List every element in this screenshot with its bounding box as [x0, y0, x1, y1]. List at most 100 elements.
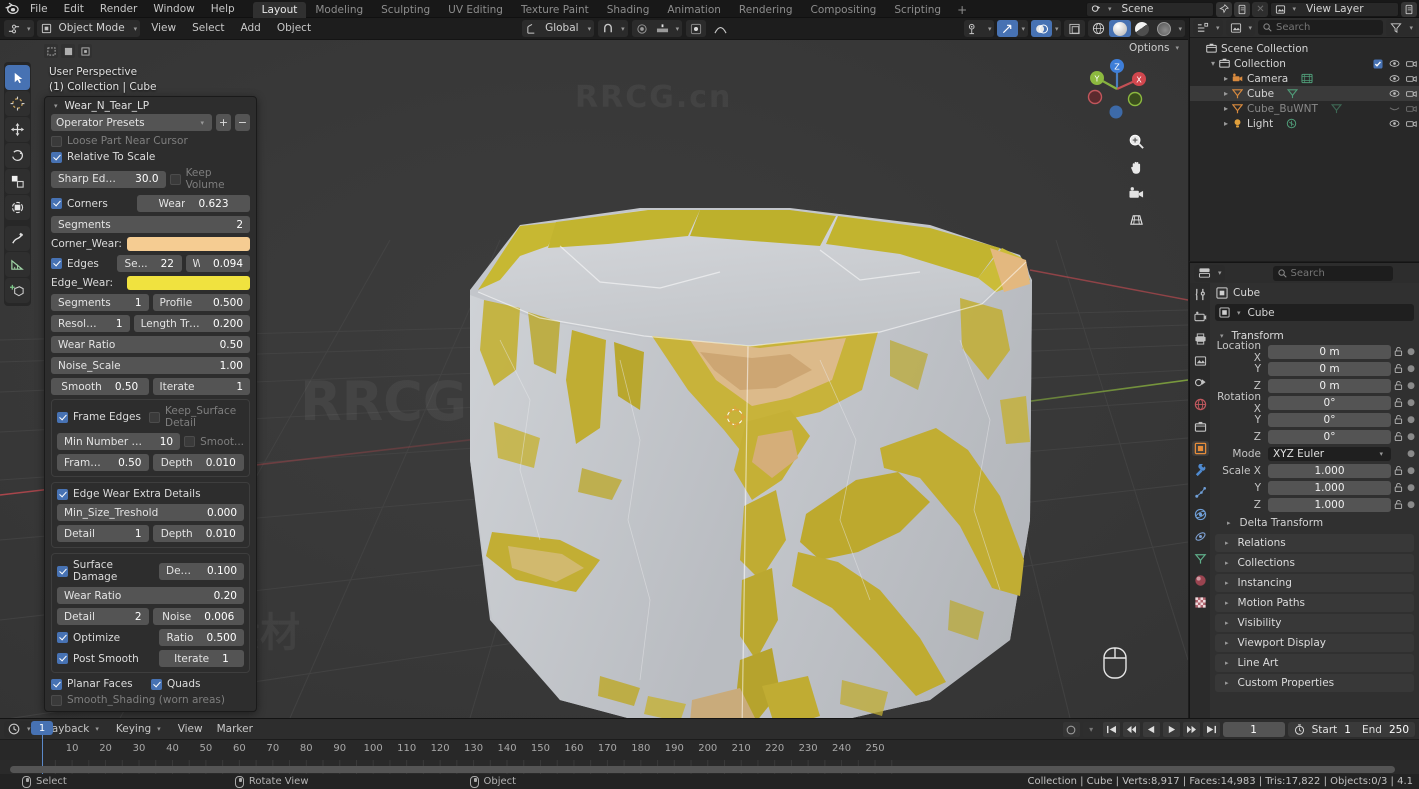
outliner-row-cube-buwnt[interactable]: ▸ Cube_BuWNT	[1190, 101, 1419, 116]
viewport-menu-view[interactable]: View	[143, 20, 184, 37]
interaction-mode-selector[interactable]: Object Mode ▾	[36, 20, 141, 37]
min-size-treshold-field[interactable]: Min_Size_Treshold 0.000	[57, 504, 244, 521]
hide-in-viewport-icon[interactable]	[1389, 89, 1400, 98]
viewport-menu-add[interactable]: Add	[233, 20, 269, 37]
outliner-editor-type[interactable]: ▾	[1193, 19, 1223, 36]
animate-property-dot[interactable]: ●	[1406, 449, 1416, 459]
visibility-selector[interactable]: ▾	[963, 20, 995, 37]
resolution-field[interactable]: Resolution 1	[51, 315, 130, 332]
corners-checkbox[interactable]: Corners	[51, 198, 133, 210]
workspace-tab-shading[interactable]: Shading	[598, 2, 659, 18]
pan-hand-icon[interactable]	[1127, 158, 1146, 177]
outliner-row-cube[interactable]: ▸ Cube	[1190, 86, 1419, 101]
hidden-in-viewport-icon[interactable]	[1389, 104, 1400, 113]
face-select-icon[interactable]	[78, 44, 92, 58]
property-section-instancing[interactable]: ▸ Instancing	[1215, 574, 1414, 592]
animate-property-dot[interactable]: ●	[1406, 500, 1416, 510]
physics-icon[interactable]	[1192, 507, 1209, 522]
world-icon[interactable]	[1192, 397, 1209, 412]
properties-editor-type[interactable]: ▾	[1194, 264, 1225, 282]
timeline-menu-view[interactable]: View	[171, 723, 210, 735]
outliner-row-scene-collection[interactable]: Scene Collection	[1190, 41, 1419, 56]
workspace-tab-uv-editing[interactable]: UV Editing	[439, 2, 512, 18]
smooth-shading-checkbox[interactable]: Smooth_Shading (worn areas)	[51, 694, 225, 706]
scale-value-field[interactable]: 1.000	[1268, 463, 1391, 478]
magnet-icon[interactable]	[598, 20, 618, 37]
properties-editor[interactable]: ▾ Search Cube ▾ Cube ▾ Transform Locatio…	[1189, 262, 1419, 718]
property-section-custom-properties[interactable]: ▸ Custom Properties	[1215, 674, 1414, 692]
outliner-search-input[interactable]: Search	[1258, 20, 1384, 35]
edge-select-icon[interactable]	[61, 44, 75, 58]
timeline-menu-keying[interactable]: Keying ▾	[109, 723, 171, 735]
extra-detail-field[interactable]: Detail 1	[57, 525, 149, 542]
material-icon[interactable]	[1192, 573, 1209, 588]
playhead-label[interactable]: 1	[31, 721, 53, 735]
move-tool[interactable]	[5, 117, 30, 142]
smooth-field[interactable]: Smooth 0.50	[51, 378, 149, 395]
timeline-editor-type[interactable]: ▾	[4, 720, 34, 738]
blender-logo-icon[interactable]	[0, 0, 22, 18]
outliner-row-camera[interactable]: ▸ Camera	[1190, 71, 1419, 86]
new-view-layer-button[interactable]	[1401, 1, 1417, 17]
current-frame-input[interactable]: 1	[1222, 722, 1285, 737]
workspace-tab-scripting[interactable]: Scripting	[885, 2, 950, 18]
view-layer-icon[interactable]	[1192, 353, 1209, 368]
surface-detail-field[interactable]: Detail 2	[57, 608, 149, 625]
mesh-data-icon[interactable]	[1330, 103, 1342, 114]
hide-in-viewport-icon[interactable]	[1389, 119, 1400, 128]
edge-wear-color-swatch[interactable]	[127, 276, 250, 290]
editor-type-selector[interactable]: ▾	[4, 20, 34, 37]
wear-ratio-field[interactable]: Wear Ratio 0.50	[51, 336, 250, 353]
disable-in-renders-icon[interactable]	[1406, 89, 1417, 99]
scene-selector[interactable]: ▾ Scene	[1085, 1, 1215, 17]
pivot-icon[interactable]	[686, 20, 706, 37]
animate-property-dot[interactable]: ●	[1406, 466, 1416, 476]
navigation-gizmo[interactable]: Z X Y	[1080, 52, 1154, 126]
optimize-ratio-field[interactable]: Ratio 0.500	[159, 629, 244, 646]
frame-inset-field[interactable]: Frame Inset 0.50	[57, 454, 149, 471]
workspace-tab-sculpting[interactable]: Sculpting	[372, 2, 439, 18]
transform-value-field[interactable]: 0 m	[1268, 361, 1391, 376]
post-iterate-field[interactable]: Iterate 1	[159, 650, 244, 667]
solid-shading-icon[interactable]	[1109, 20, 1132, 37]
outliner-row-light[interactable]: ▸ Light	[1190, 116, 1419, 131]
falloff-curve-icon[interactable]	[652, 20, 673, 37]
relative-to-scale-checkbox[interactable]: Relative To Scale	[51, 151, 155, 163]
measure-tool[interactable]	[5, 252, 30, 277]
corners-segments-field[interactable]: Segments 2	[51, 216, 250, 233]
scale-value-field[interactable]: 1.000	[1268, 497, 1391, 512]
edges-segments-field[interactable]: Se... 22	[117, 255, 182, 272]
disclosure-triangle-icon[interactable]: ▸	[1220, 89, 1232, 98]
iterate-field[interactable]: Iterate 1	[152, 378, 250, 395]
keying-dropdown[interactable]: ▾	[1082, 722, 1100, 737]
workspace-tab-rendering[interactable]: Rendering	[730, 2, 802, 18]
profile-field[interactable]: Profile 0.500	[152, 294, 250, 311]
play-button[interactable]	[1162, 722, 1180, 737]
xray-toggle[interactable]	[1064, 20, 1086, 37]
scale-tool[interactable]	[5, 169, 30, 194]
rotation-mode-dropdown[interactable]: XYZ Euler ▾	[1268, 446, 1391, 461]
show-gizmo-icon[interactable]	[997, 20, 1019, 37]
corner-wear-color-swatch[interactable]	[127, 237, 250, 251]
scale-value-field[interactable]: 1.000	[1268, 480, 1391, 495]
transform-tool[interactable]	[5, 195, 30, 220]
annotate-tool[interactable]	[5, 226, 30, 251]
object-icon[interactable]	[1191, 441, 1209, 456]
view-layer-selector[interactable]: ▾ View Layer	[1270, 1, 1399, 17]
lock-icon[interactable]	[1391, 482, 1406, 493]
workspace-tab-compositing[interactable]: Compositing	[802, 2, 886, 18]
delete-scene-button[interactable]: ✕	[1252, 1, 1269, 17]
outliner-editor[interactable]: ▾ ▾ Search ▾ Scene Collection ▾ Collection…	[1189, 18, 1419, 261]
texture-icon[interactable]	[1192, 595, 1209, 610]
timeline-menu-marker[interactable]: Marker	[210, 723, 260, 735]
tweak-select-tool[interactable]	[5, 65, 30, 90]
timeline-icon[interactable]	[4, 721, 24, 738]
vertex-select-icon[interactable]	[44, 44, 58, 58]
falloff-icon[interactable]	[710, 20, 731, 37]
animate-property-dot[interactable]: ●	[1406, 398, 1416, 408]
disclosure-triangle-icon[interactable]: ▸	[1220, 104, 1232, 113]
add-cube-tool[interactable]	[5, 278, 30, 303]
property-section-motion-paths[interactable]: ▸ Motion Paths	[1215, 594, 1414, 612]
properties-search-input[interactable]: Search	[1272, 265, 1393, 281]
property-section-viewport-display[interactable]: ▸ Viewport Display	[1215, 634, 1414, 652]
